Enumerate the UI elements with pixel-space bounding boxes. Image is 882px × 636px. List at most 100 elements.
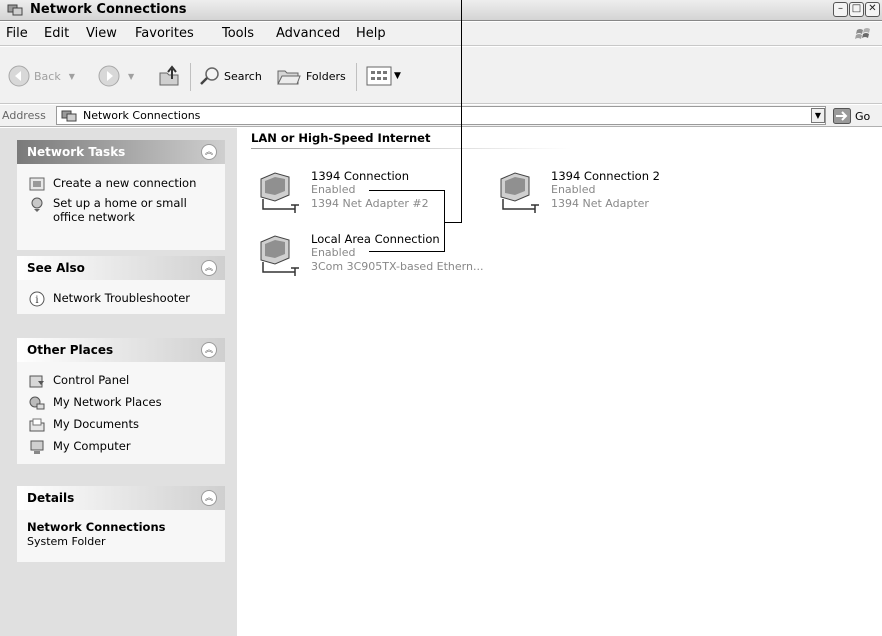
back-button[interactable]: Back ▼ xyxy=(8,65,75,87)
help-info-icon: i xyxy=(29,291,45,307)
new-connection-icon xyxy=(29,177,45,191)
menu-bar: File Edit View Favorites Tools Advanced … xyxy=(0,22,882,46)
network-places-icon xyxy=(29,396,45,410)
task-pane: Network Tasks ︽ Create a new connection … xyxy=(0,128,237,636)
callout-line xyxy=(461,0,462,223)
other-places-title: Other Places xyxy=(27,343,114,357)
address-label: Address xyxy=(2,109,46,122)
views-button[interactable]: ▼ xyxy=(366,65,401,87)
collapse-chevron-icon[interactable]: ︽ xyxy=(201,260,217,276)
windows-logo-icon xyxy=(855,28,870,39)
connection-status: Enabled xyxy=(311,183,356,196)
troubleshooter-link[interactable]: i Network Troubleshooter xyxy=(29,291,190,307)
back-dropdown-icon[interactable]: ▼ xyxy=(69,72,75,81)
callout-line xyxy=(444,222,462,223)
group-divider xyxy=(251,148,571,149)
my-network-places-link[interactable]: My Network Places xyxy=(29,395,162,411)
toolbar: Back ▼ ▼ Search Folders ▼ xyxy=(0,47,882,104)
go-button[interactable]: Go xyxy=(833,108,870,124)
details-header[interactable]: Details ︽ xyxy=(17,486,225,510)
network-tasks-title: Network Tasks xyxy=(27,145,126,159)
menu-tools[interactable]: Tools xyxy=(222,26,254,41)
toolbar-separator xyxy=(356,63,357,91)
title-bar: Network Connections – □ ✕ xyxy=(0,0,882,21)
close-button[interactable]: ✕ xyxy=(865,2,880,17)
details-title: Details xyxy=(27,491,75,505)
control-panel-icon xyxy=(29,375,44,388)
home-network-icon xyxy=(31,197,43,212)
callout-line xyxy=(444,223,445,252)
connection-item[interactable]: 1394 Connection 2 Enabled 1394 Net Adapt… xyxy=(495,169,685,215)
menu-advanced[interactable]: Advanced xyxy=(276,26,340,41)
search-label: Search xyxy=(224,69,262,83)
address-dropdown-button[interactable]: ▼ xyxy=(811,108,825,123)
other-places-header[interactable]: Other Places ︽ xyxy=(17,338,225,362)
toolbar-separator xyxy=(190,63,191,91)
forward-dropdown-icon[interactable]: ▼ xyxy=(128,72,134,81)
back-arrow-icon xyxy=(8,65,30,87)
connection-device: 1394 Net Adapter xyxy=(551,197,649,210)
connection-name: 1394 Connection 2 xyxy=(551,169,660,183)
folders-button[interactable]: Folders xyxy=(276,65,346,87)
menu-view[interactable]: View xyxy=(86,26,117,41)
menu-file[interactable]: File xyxy=(6,26,28,41)
maximize-button[interactable]: □ xyxy=(849,2,864,17)
home-network-link[interactable]: Set up a home or small office network xyxy=(29,196,199,224)
folders-label: Folders xyxy=(306,69,346,83)
back-label: Back xyxy=(34,69,61,83)
address-input[interactable]: Network Connections xyxy=(56,106,826,125)
computer-icon xyxy=(30,440,44,454)
my-documents-label: My Documents xyxy=(53,417,139,431)
documents-folder-icon xyxy=(29,418,45,432)
other-places-panel: Other Places ︽ Control Panel My Network … xyxy=(17,338,225,464)
content-area: LAN or High-Speed Internet 1394 Connecti… xyxy=(237,128,882,636)
network-connections-icon xyxy=(7,4,23,16)
address-bar: Address Network Connections ▼ Go xyxy=(0,105,882,127)
my-documents-link[interactable]: My Documents xyxy=(29,417,139,433)
control-panel-link[interactable]: Control Panel xyxy=(29,373,129,389)
collapse-chevron-icon[interactable]: ︽ xyxy=(201,144,217,160)
address-value: Network Connections xyxy=(83,109,201,122)
window-controls: – □ ✕ xyxy=(833,2,880,17)
connection-name: Local Area Connection xyxy=(311,232,440,246)
go-label: Go xyxy=(855,109,871,123)
up-folder-icon xyxy=(159,65,179,86)
my-computer-label: My Computer xyxy=(53,439,131,453)
callout-line xyxy=(444,190,445,224)
network-tasks-panel: Network Tasks ︽ Create a new connection … xyxy=(17,140,225,250)
network-connections-icon xyxy=(61,110,77,122)
menu-help[interactable]: Help xyxy=(356,26,386,41)
go-arrow-icon xyxy=(833,108,851,124)
collapse-chevron-icon[interactable]: ︽ xyxy=(201,342,217,358)
folders-icon xyxy=(277,70,301,85)
network-tasks-header[interactable]: Network Tasks ︽ xyxy=(17,140,225,164)
search-button[interactable]: Search xyxy=(198,65,262,87)
network-connection-icon xyxy=(500,172,539,213)
group-header: LAN or High-Speed Internet xyxy=(251,131,431,145)
control-panel-label: Control Panel xyxy=(53,373,130,387)
connection-device: 3Com 3C905TX-based Ethern... xyxy=(311,260,484,273)
up-folder-button[interactable] xyxy=(158,65,182,87)
views-dropdown-icon[interactable]: ▼ xyxy=(394,71,401,81)
create-connection-link[interactable]: Create a new connection xyxy=(29,176,196,192)
home-network-label: Set up a home or small office network xyxy=(53,196,187,224)
forward-arrow-icon xyxy=(98,65,120,87)
my-network-places-label: My Network Places xyxy=(53,395,162,409)
menu-favorites[interactable]: Favorites xyxy=(135,26,194,41)
network-connection-icon xyxy=(260,172,299,213)
minimize-button[interactable]: – xyxy=(833,2,848,17)
create-connection-label: Create a new connection xyxy=(53,176,197,190)
menu-edit[interactable]: Edit xyxy=(44,26,69,41)
svg-text:i: i xyxy=(35,295,38,306)
troubleshooter-label: Network Troubleshooter xyxy=(53,291,191,305)
connection-device: 1394 Net Adapter #2 xyxy=(311,197,429,210)
connection-item[interactable]: 1394 Connection Enabled 1394 Net Adapter… xyxy=(255,169,445,215)
views-icon xyxy=(366,66,392,86)
see-also-title: See Also xyxy=(27,261,85,275)
my-computer-link[interactable]: My Computer xyxy=(29,439,131,455)
connection-item[interactable]: Local Area Connection Enabled 3Com 3C905… xyxy=(255,232,495,278)
callout-line xyxy=(369,190,445,191)
forward-button[interactable]: ▼ xyxy=(98,65,134,87)
see-also-header[interactable]: See Also ︽ xyxy=(17,256,225,280)
collapse-chevron-icon[interactable]: ︽ xyxy=(201,490,217,506)
